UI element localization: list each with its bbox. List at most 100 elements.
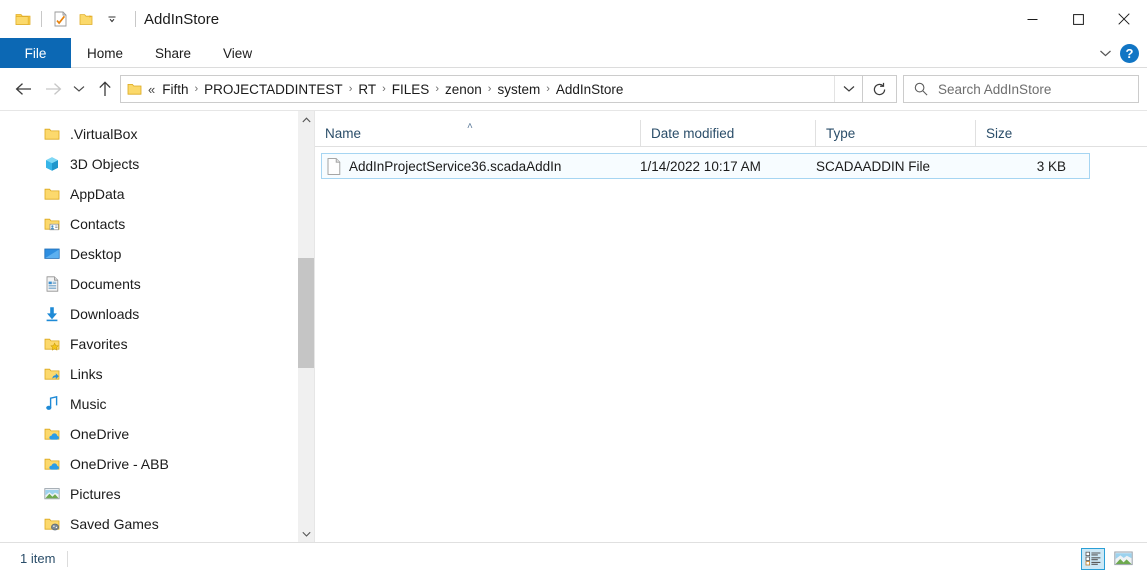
column-header-row: Name ˄ Date modified Type Size bbox=[315, 111, 1147, 147]
status-divider bbox=[67, 550, 69, 567]
tab-view[interactable]: View bbox=[207, 38, 268, 68]
toolbar-divider bbox=[41, 11, 42, 27]
sidebar-item-onedrive[interactable]: OneDrive bbox=[0, 419, 298, 449]
chevron-up-icon[interactable] bbox=[298, 111, 314, 128]
desktop-icon bbox=[44, 246, 60, 262]
new-folder-icon[interactable] bbox=[73, 6, 99, 32]
sidebar-item-saved-games[interactable]: Saved Games bbox=[0, 509, 298, 539]
title-divider bbox=[135, 11, 136, 27]
navigation-scrollbar[interactable] bbox=[298, 111, 314, 542]
sidebar-item-label: AppData bbox=[70, 186, 125, 202]
large-icons-view-button[interactable] bbox=[1111, 548, 1135, 570]
refresh-icon[interactable] bbox=[863, 75, 897, 103]
sidebar-item-3d-objects[interactable]: 3D Objects bbox=[0, 149, 298, 179]
sidebar-item-desktop[interactable]: Desktop bbox=[0, 239, 298, 269]
sidebar-item-label: Favorites bbox=[70, 336, 128, 352]
onedrive-folder-icon bbox=[44, 456, 60, 472]
folder-icon bbox=[44, 126, 60, 142]
sidebar-item-label: Contacts bbox=[70, 216, 126, 232]
column-header-type[interactable]: Type bbox=[815, 120, 975, 146]
window-title: AddInStore bbox=[144, 10, 220, 28]
sidebar-item-label: Desktop bbox=[70, 246, 122, 262]
tab-share[interactable]: Share bbox=[139, 38, 207, 68]
sidebar-item-label: OneDrive - ABB bbox=[70, 456, 169, 472]
forward-arrow-icon bbox=[38, 74, 68, 104]
breadcrumb-item-addinstore[interactable]: AddInStore bbox=[551, 80, 629, 99]
details-view-button[interactable] bbox=[1081, 547, 1105, 570]
sidebar-item-appdata[interactable]: AppData bbox=[0, 179, 298, 209]
chevron-down-icon[interactable] bbox=[834, 76, 862, 102]
breadcrumb-overflow[interactable]: « bbox=[148, 82, 155, 97]
search-input[interactable]: Search AddInStore bbox=[903, 75, 1139, 103]
close-button[interactable] bbox=[1101, 0, 1147, 38]
folder-icon bbox=[44, 186, 60, 202]
item-count-label: 1 item bbox=[20, 551, 56, 566]
column-header-size[interactable]: Size bbox=[975, 120, 1075, 146]
breadcrumb-item-projectaddintest[interactable]: PROJECTADDINTEST bbox=[199, 80, 348, 99]
music-icon bbox=[44, 396, 60, 412]
file-explorer-window: AddInStore File Home Share View ? « Fift… bbox=[0, 0, 1147, 574]
sidebar-item-pictures[interactable]: Pictures bbox=[0, 479, 298, 509]
table-row[interactable]: AddInProjectService36.scadaAddIn 1/14/20… bbox=[321, 153, 1090, 179]
explorer-body: .VirtualBox 3D Objects AppData Contacts … bbox=[0, 110, 1147, 542]
sidebar-item-label: .VirtualBox bbox=[70, 126, 138, 142]
sidebar-item-music[interactable]: Music bbox=[0, 389, 298, 419]
back-arrow-icon[interactable] bbox=[8, 74, 38, 104]
maximize-button[interactable] bbox=[1055, 0, 1101, 38]
file-icon bbox=[327, 157, 341, 175]
recent-locations-icon[interactable] bbox=[68, 74, 90, 104]
sidebar-item-favorites[interactable]: Favorites bbox=[0, 329, 298, 359]
ribbon-tab-bar: File Home Share View ? bbox=[0, 38, 1147, 68]
search-icon bbox=[914, 82, 928, 96]
file-size-cell: 3 KB bbox=[1036, 158, 1066, 174]
ribbon-controls: ? bbox=[1099, 38, 1139, 68]
file-name-cell: AddInProjectService36.scadaAddIn bbox=[322, 157, 640, 175]
contacts-folder-icon bbox=[44, 216, 60, 232]
favorites-folder-icon bbox=[44, 336, 60, 352]
column-header-date-modified[interactable]: Date modified bbox=[640, 120, 815, 146]
address-bar: « Fifth › PROJECTADDINTEST › RT › FILES … bbox=[0, 68, 1147, 110]
links-folder-icon bbox=[44, 366, 60, 382]
quick-access-toolbar bbox=[0, 0, 125, 38]
folder-icon[interactable] bbox=[10, 6, 36, 32]
sidebar-item-virtualbox[interactable]: .VirtualBox bbox=[0, 119, 298, 149]
sidebar-item-onedrive-abb[interactable]: OneDrive - ABB bbox=[0, 449, 298, 479]
sidebar-item-label: Links bbox=[70, 366, 103, 382]
file-type-cell: SCADAADDIN File bbox=[816, 158, 931, 174]
sidebar-item-label: Music bbox=[70, 396, 107, 412]
properties-icon[interactable] bbox=[47, 6, 73, 32]
scrollbar-thumb[interactable] bbox=[298, 258, 314, 368]
file-name-label: AddInProjectService36.scadaAddIn bbox=[349, 158, 562, 174]
sidebar-item-links[interactable]: Links bbox=[0, 359, 298, 389]
view-mode-buttons bbox=[1081, 547, 1139, 570]
breadcrumb-bar[interactable]: « Fifth › PROJECTADDINTEST › RT › FILES … bbox=[120, 75, 863, 103]
3d-objects-icon bbox=[44, 156, 60, 172]
file-list: AddInProjectService36.scadaAddIn 1/14/20… bbox=[315, 147, 1147, 542]
up-arrow-icon[interactable] bbox=[90, 74, 120, 104]
sidebar-item-label: OneDrive bbox=[70, 426, 130, 442]
sidebar-item-downloads[interactable]: Downloads bbox=[0, 299, 298, 329]
chevron-down-icon[interactable] bbox=[298, 525, 314, 542]
column-header-label: Name bbox=[325, 125, 362, 141]
column-header-name[interactable]: Name ˄ bbox=[315, 120, 640, 146]
sidebar-item-label: Pictures bbox=[70, 486, 121, 502]
breadcrumb-item-fifth[interactable]: Fifth bbox=[157, 80, 193, 99]
window-controls bbox=[1009, 0, 1147, 38]
sort-ascending-icon: ˄ bbox=[467, 121, 473, 132]
sidebar-item-documents[interactable]: Documents bbox=[0, 269, 298, 299]
breadcrumb-item-files[interactable]: FILES bbox=[387, 80, 435, 99]
scrollbar-track[interactable] bbox=[298, 128, 314, 525]
tab-home[interactable]: Home bbox=[71, 38, 139, 68]
search-placeholder: Search AddInStore bbox=[938, 81, 1052, 97]
breadcrumb-item-system[interactable]: system bbox=[492, 80, 545, 99]
file-list-pane: Name ˄ Date modified Type Size AddInProj… bbox=[314, 111, 1147, 542]
breadcrumb-item-zenon[interactable]: zenon bbox=[440, 80, 487, 99]
help-button[interactable]: ? bbox=[1120, 43, 1139, 63]
sidebar-item-label: Documents bbox=[70, 276, 141, 292]
minimize-button[interactable] bbox=[1009, 0, 1055, 38]
chevron-down-icon[interactable] bbox=[99, 6, 125, 32]
chevron-down-icon[interactable] bbox=[1099, 49, 1112, 58]
breadcrumb-item-rt[interactable]: RT bbox=[353, 80, 381, 99]
sidebar-item-contacts[interactable]: Contacts bbox=[0, 209, 298, 239]
tab-file[interactable]: File bbox=[0, 38, 71, 68]
